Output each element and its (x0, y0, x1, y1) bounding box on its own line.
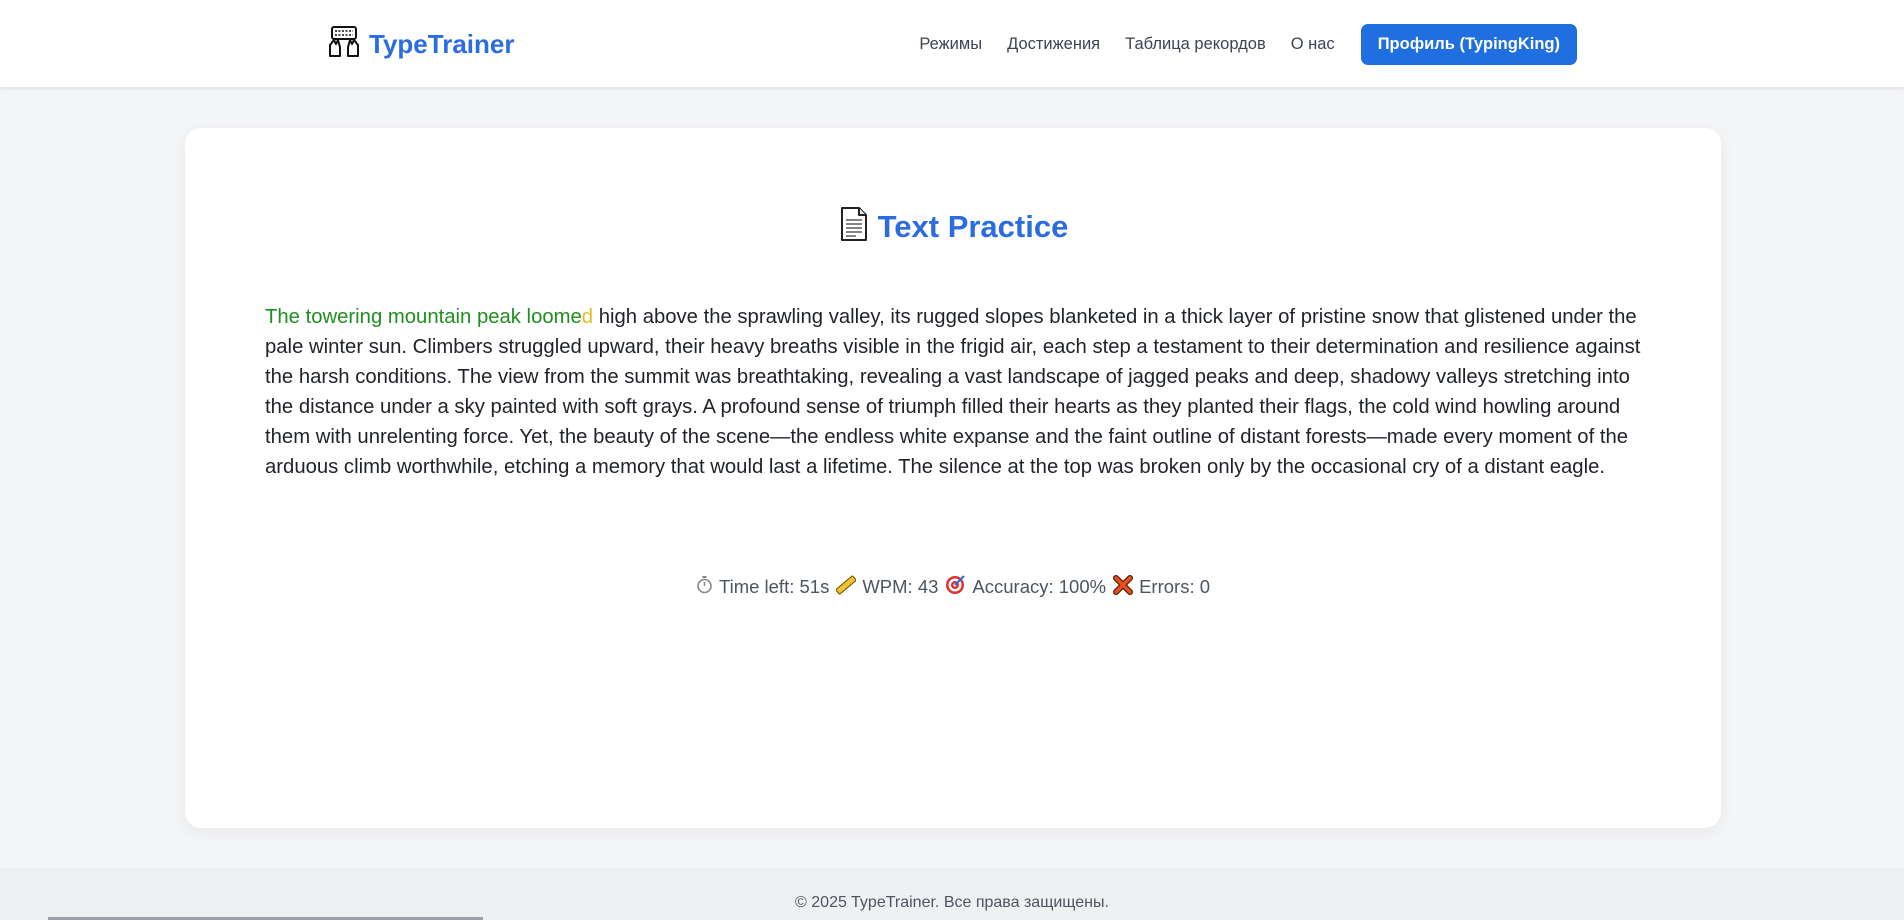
ruler-icon (835, 575, 857, 600)
stat-accuracy: Accuracy: 100% (945, 574, 1106, 600)
footer-copyright: © 2025 TypeTrainer. Все права защищены. (795, 894, 1109, 911)
cross-mark-icon (1113, 574, 1134, 600)
main-nav: Режимы Достижения Таблица рекордов О нас… (919, 23, 1577, 65)
typing-passage[interactable]: The towering mountain peak loomed high a… (265, 302, 1645, 482)
stat-wpm: WPM: 43 (835, 575, 939, 600)
nav-link-about[interactable]: О нас (1291, 35, 1335, 54)
practice-card: Text Practice The towering mountain peak… (185, 128, 1721, 828)
logo-text: TypeTrainer (369, 28, 515, 59)
wpm-value: WPM: 43 (862, 576, 939, 597)
stat-errors: Errors: 0 (1113, 574, 1211, 600)
typing-hands-icon (327, 25, 361, 64)
logo-link[interactable]: TypeTrainer (327, 25, 514, 63)
remaining-text: high above the sprawling valley, its rug… (265, 306, 1641, 478)
document-icon (838, 206, 870, 247)
nav-link-modes[interactable]: Режимы (919, 35, 982, 54)
stats-bar: Time left: 51s WPM: 43 Accuracy: 100% Er… (185, 574, 1721, 600)
target-icon (945, 574, 966, 600)
time-left: Time left: 51s (718, 576, 830, 597)
typed-text: The towering mountain peak loome (265, 306, 582, 328)
current-character: d (581, 306, 594, 328)
errors-value: Errors: 0 (1139, 576, 1211, 597)
accuracy-value: Accuracy: 100% (972, 576, 1107, 597)
nav-link-achievements[interactable]: Достижения (1007, 35, 1100, 54)
top-navbar: TypeTrainer Режимы Достижения Таблица ре… (0, 0, 1904, 88)
page-footer: © 2025 TypeTrainer. Все права защищены. (0, 868, 1904, 920)
nav-link-leaderboard[interactable]: Таблица рекордов (1125, 35, 1266, 54)
practice-header: Text Practice (185, 206, 1721, 247)
stopwatch-icon (696, 575, 713, 599)
profile-button[interactable]: Профиль (TypingKing) (1360, 23, 1577, 65)
stat-time: Time left: 51s (696, 575, 829, 599)
page-title: Text Practice (877, 208, 1069, 244)
